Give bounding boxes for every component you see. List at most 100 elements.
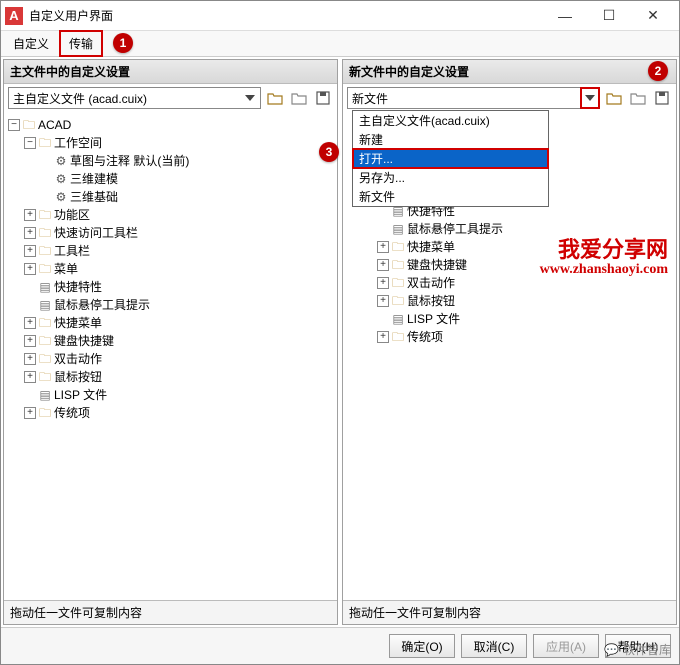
left-panel-footer: 拖动任一文件可复制内容 <box>4 600 337 624</box>
tree-label: ACAD <box>38 116 71 134</box>
tab-transfer[interactable]: 传输 <box>59 30 103 57</box>
close-button[interactable]: ✕ <box>631 2 675 30</box>
tree-node[interactable]: +🗀双击动作 <box>377 274 676 292</box>
tree-node-ws3[interactable]: ⚙三维基础 <box>40 188 337 206</box>
chevron-down-icon[interactable] <box>580 87 600 109</box>
titlebar: A 自定义用户界面 — ☐ ✕ <box>1 1 679 31</box>
right-file-combo[interactable]: 新文件 主自定义文件(acad.cuix) 新建 打开... 另存为... 新文… <box>347 87 600 109</box>
wechat-icon: 💬 <box>604 643 619 657</box>
maximize-button[interactable]: ☐ <box>587 2 631 30</box>
right-panel-header: 新文件中的自定义设置 2 <box>343 60 676 84</box>
folder-icon: 🗀 <box>391 292 405 310</box>
tree-label: 三维建模 <box>70 170 118 188</box>
tabbar: 自定义 传输 1 <box>1 31 679 57</box>
tree-node[interactable]: ▤快捷特性 <box>24 278 337 296</box>
folder-icon: 🗀 <box>38 350 52 368</box>
tree-node-workspace[interactable]: − 🗀 工作空间 <box>24 134 337 152</box>
window: A 自定义用户界面 — ☐ ✕ 自定义 传输 1 主文件中的自定义设置 主自定义… <box>0 0 680 665</box>
annotation-marker-1: 1 <box>113 33 133 53</box>
chevron-down-icon[interactable] <box>242 90 258 106</box>
tree-label: 工具栏 <box>54 242 90 260</box>
dropdown-item[interactable]: 另存为... <box>353 168 548 187</box>
tree-node[interactable]: +🗀快捷菜单 <box>377 238 676 256</box>
doc-icon: ▤ <box>38 278 52 296</box>
cancel-button[interactable]: 取消(C) <box>461 634 527 658</box>
tree-label: 草图与注释 默认(当前) <box>70 152 189 170</box>
expand-icon[interactable]: + <box>24 335 36 347</box>
tree-node[interactable]: +🗀键盘快捷键 <box>24 332 337 350</box>
expand-icon[interactable]: + <box>24 209 36 221</box>
tab-customize[interactable]: 自定义 <box>5 32 57 55</box>
tree-node[interactable]: +🗀工具栏 <box>24 242 337 260</box>
left-panel: 主文件中的自定义设置 主自定义文件 (acad.cuix) <box>3 59 338 625</box>
tree-node-ws2[interactable]: ⚙三维建模 <box>40 170 337 188</box>
tree-node[interactable]: ▤鼠标悬停工具提示 <box>24 296 337 314</box>
minimize-button[interactable]: — <box>543 2 587 30</box>
save-icon[interactable] <box>652 88 672 108</box>
expand-icon[interactable]: + <box>377 259 389 271</box>
tree-label: LISP 文件 <box>407 310 460 328</box>
tree-node[interactable]: +🗀键盘快捷键 <box>377 256 676 274</box>
expand-icon[interactable]: + <box>377 241 389 253</box>
collapse-icon[interactable]: − <box>24 137 36 149</box>
left-tree[interactable]: − 🗀 ACAD − 🗀 工作空间 <box>4 112 337 600</box>
tree-node[interactable]: +🗀鼠标按钮 <box>377 292 676 310</box>
folder-icon: 🗀 <box>38 242 52 260</box>
tree-node-root[interactable]: − 🗀 ACAD <box>8 116 337 134</box>
apply-button[interactable]: 应用(A) <box>533 634 599 658</box>
tree-node[interactable]: ▤LISP 文件 <box>377 310 676 328</box>
tree-node[interactable]: +🗀鼠标按钮 <box>24 368 337 386</box>
gear-icon: ⚙ <box>54 188 68 206</box>
doc-icon: ▤ <box>391 220 405 238</box>
tree-node[interactable]: +🗀双击动作 <box>24 350 337 368</box>
folder-icon: 🗀 <box>38 404 52 422</box>
tree-node[interactable]: +🗀功能区 <box>24 206 337 224</box>
tree-label: 三维基础 <box>70 188 118 206</box>
tree-node-ws1[interactable]: ⚙草图与注释 默认(当前) <box>40 152 337 170</box>
dropdown-item[interactable]: 新建 <box>353 130 548 149</box>
folder-icon: 🗀 <box>38 314 52 332</box>
tree-node[interactable]: ▤LISP 文件 <box>24 386 337 404</box>
expand-icon[interactable]: + <box>24 227 36 239</box>
open-folder-icon[interactable] <box>604 88 624 108</box>
new-folder-icon[interactable] <box>289 88 309 108</box>
folder-icon: 🗀 <box>38 368 52 386</box>
expand-icon[interactable]: + <box>24 263 36 275</box>
dropdown-item[interactable]: 主自定义文件(acad.cuix) <box>353 111 548 130</box>
expand-icon[interactable]: + <box>24 407 36 419</box>
right-panel-header-label: 新文件中的自定义设置 <box>349 65 469 79</box>
open-folder-icon[interactable] <box>265 88 285 108</box>
ok-button[interactable]: 确定(O) <box>389 634 455 658</box>
tree-node[interactable]: +🗀快速访问工具栏 <box>24 224 337 242</box>
corner-text: 软件智库 <box>623 641 671 658</box>
expand-icon[interactable]: + <box>24 371 36 383</box>
expand-icon[interactable]: + <box>24 245 36 257</box>
left-panel-header: 主文件中的自定义设置 <box>4 60 337 84</box>
new-folder-icon[interactable] <box>628 88 648 108</box>
expand-icon[interactable]: + <box>24 353 36 365</box>
collapse-icon[interactable]: − <box>8 119 20 131</box>
doc-icon: ▤ <box>38 386 52 404</box>
tree-node[interactable]: +🗀菜单 <box>24 260 337 278</box>
tree-label: 快捷菜单 <box>54 314 102 332</box>
dropdown-item-open[interactable]: 打开... <box>352 148 549 169</box>
expand-icon[interactable]: + <box>377 277 389 289</box>
dropdown-item[interactable]: 新文件 <box>353 187 548 206</box>
expand-icon[interactable]: + <box>377 331 389 343</box>
expand-icon[interactable]: + <box>377 295 389 307</box>
annotation-marker-2: 2 <box>648 61 668 81</box>
tree-node[interactable]: +🗀传统项 <box>377 328 676 346</box>
right-panel-footer: 拖动任一文件可复制内容 <box>343 600 676 624</box>
left-file-combo[interactable]: 主自定义文件 (acad.cuix) <box>8 87 261 109</box>
save-icon[interactable] <box>313 88 333 108</box>
app-icon: A <box>5 7 23 25</box>
tree-label: 快速访问工具栏 <box>54 224 138 242</box>
tree-node[interactable]: ▤鼠标悬停工具提示 <box>377 220 676 238</box>
folder-icon: 🗀 <box>391 256 405 274</box>
tree-node[interactable]: +🗀快捷菜单 <box>24 314 337 332</box>
file-dropdown[interactable]: 主自定义文件(acad.cuix) 新建 打开... 另存为... 新文件 <box>352 110 549 207</box>
tree-node[interactable]: +🗀传统项 <box>24 404 337 422</box>
tree-label: 双击动作 <box>54 350 102 368</box>
tree-label: 鼠标按钮 <box>407 292 455 310</box>
expand-icon[interactable]: + <box>24 317 36 329</box>
